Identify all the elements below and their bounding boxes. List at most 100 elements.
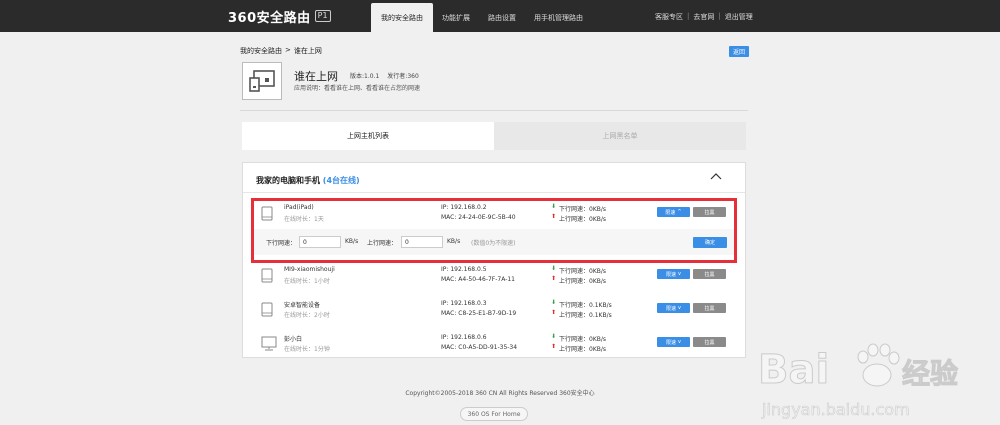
device-name: 安卓智能设备 — [284, 302, 321, 309]
device-ip: IP: 192.168.0.2 — [441, 204, 487, 211]
device-mac: MAC: C8-25-E1-B7-9D-19 — [441, 310, 517, 317]
logo-badge: P1 — [314, 10, 331, 22]
app-version: 版本:1.0.1 — [350, 73, 380, 80]
watermark-brand-cn: 经验 — [902, 357, 958, 390]
download-arrow-icon: ⬇ — [551, 265, 557, 272]
block-button[interactable]: 拉黑 — [693, 337, 726, 347]
device-row: 安卓智能设备 在线时长：2小时 IP: 192.168.0.3 MAC: C8-… — [243, 293, 745, 325]
chevron-down-icon: v — [678, 305, 681, 311]
app-description: 应用说明：看看谁在上网、看看谁在占您的网速 — [294, 85, 421, 92]
tab-blacklist[interactable]: 上网黑名单 — [494, 122, 746, 150]
link-logout[interactable]: 退出管理 — [725, 12, 753, 22]
breadcrumb-separator: > — [285, 46, 291, 54]
block-button[interactable]: 拉黑 — [693, 303, 726, 313]
device-panel: 我家的电脑和手机 (4台在线) iPad(iPad) 在线时长：1天 IP: 1… — [242, 162, 746, 358]
app-meta: 版本:1.0.1 发行者:360 — [350, 71, 419, 80]
back-button[interactable]: 返回 — [729, 46, 749, 57]
link-separator: | — [687, 12, 690, 20]
top-links: 客服专区 | 去官网 | 退出管理 — [655, 12, 753, 22]
nav-extensions[interactable]: 功能扩展 — [433, 3, 479, 32]
nav-mobile-manage[interactable]: 用手机管理路由 — [525, 3, 592, 32]
device-ip: IP: 192.168.0.6 — [441, 334, 487, 341]
panel-title: 我家的电脑和手机 (4台在线) — [256, 175, 360, 186]
panel-title-text: 我家的电脑和手机 — [256, 176, 320, 185]
device-name: iPad(iPad) — [284, 204, 314, 211]
device-down-speed: 下行网速：0KB/s — [559, 268, 607, 275]
footer-badge: 360 OS For Home — [460, 407, 528, 421]
limit-speed-button[interactable]: 限速 v — [657, 303, 690, 313]
limit-speed-button[interactable]: 限速 v — [657, 337, 690, 347]
limit-label: 限速 — [665, 209, 676, 216]
device-up-speed: 上行网速：0KB/s — [559, 216, 607, 223]
watermark-url: jingyan.baidu.com — [761, 400, 910, 419]
device-down-speed: 下行网速：0KB/s — [559, 336, 607, 343]
device-name: 彭小白 — [284, 336, 303, 343]
down-limit-label: 下行网速： — [266, 240, 297, 247]
tab-host-list[interactable]: 上网主机列表 — [242, 122, 494, 150]
link-support[interactable]: 客服专区 — [655, 12, 683, 22]
down-limit-input[interactable] — [299, 236, 341, 248]
nav-router-settings[interactable]: 路由设置 — [479, 3, 525, 32]
divider — [240, 110, 748, 111]
device-mac: MAC: 24-24-0E-9C-5B-40 — [441, 214, 516, 221]
device-up-speed: 上行网速：0KB/s — [559, 346, 607, 353]
panel-header: 我家的电脑和手机 (4台在线) — [243, 163, 745, 193]
limit-speed-button[interactable]: 限速 ^ — [657, 207, 690, 217]
device-online-time: 在线时长：1天 — [284, 216, 324, 223]
block-button[interactable]: 拉黑 — [693, 207, 726, 217]
device-mac: MAC: A4-50-46-7F-7A-11 — [441, 276, 516, 283]
device-online-time: 在线时长：1分钟 — [284, 346, 330, 353]
app-publisher: 发行者:360 — [387, 73, 419, 80]
limit-label: 限速 — [666, 271, 677, 278]
block-button[interactable]: 拉黑 — [693, 269, 726, 279]
device-down-speed: 下行网速：0KB/s — [559, 206, 607, 213]
chevron-up-icon: ^ — [677, 209, 682, 215]
logo[interactable]: 360安全路由 P1 — [228, 8, 331, 26]
device-up-speed: 上行网速：0KB/s — [559, 278, 607, 285]
link-website[interactable]: 去官网 — [693, 12, 714, 22]
tab-bar: 上网主机列表 上网黑名单 — [242, 122, 746, 150]
device-online-time: 在线时长：1小时 — [284, 278, 330, 285]
breadcrumb-root[interactable]: 我的安全路由 — [240, 46, 282, 56]
app-title: 谁在上网 — [294, 70, 338, 83]
confirm-button[interactable]: 确定 — [693, 237, 727, 248]
logo-text: 360安全路由 — [228, 10, 311, 26]
limit-speed-button[interactable]: 限速 v — [657, 269, 690, 279]
limit-label: 限速 — [666, 339, 677, 346]
main-nav: 我的安全路由 功能扩展 路由设置 用手机管理路由 — [371, 3, 592, 32]
up-limit-unit: KB/s — [447, 238, 461, 245]
device-mac: MAC: C0-A5-DD-91-35-34 — [441, 344, 518, 351]
device-row: 彭小白 在线时长：1分钟 IP: 192.168.0.6 MAC: C0-A5-… — [243, 327, 745, 359]
devices-icon — [249, 70, 275, 92]
device-down-speed: 下行网速：0.1KB/s — [559, 302, 612, 309]
chevron-up-icon — [710, 173, 722, 180]
device-row: MI9-xiaomishouji 在线时长：1小时 IP: 192.168.0.… — [243, 259, 745, 291]
breadcrumb: 我的安全路由 > 谁在上网 — [240, 46, 322, 56]
upload-arrow-icon: ⬆ — [551, 309, 557, 316]
collapse-toggle[interactable] — [710, 171, 722, 183]
speed-limit-form: 下行网速： KB/s 上行网速： KB/s (数值0为不限速) 确定 — [253, 229, 735, 255]
tablet-icon — [261, 302, 273, 317]
app-icon — [242, 62, 282, 100]
monitor-icon — [261, 336, 277, 351]
download-arrow-icon: ⬇ — [551, 333, 557, 340]
device-up-speed: 上行网速：0.1KB/s — [559, 312, 612, 319]
device-ip: IP: 192.168.0.5 — [441, 266, 487, 273]
chevron-down-icon: v — [678, 271, 681, 277]
tablet-icon — [261, 268, 273, 283]
nav-my-router[interactable]: 我的安全路由 — [371, 3, 433, 32]
top-bar: 360安全路由 P1 我的安全路由 功能扩展 路由设置 用手机管理路由 客服专区… — [0, 0, 1000, 32]
upload-arrow-icon: ⬆ — [551, 275, 557, 282]
download-arrow-icon: ⬇ — [551, 203, 557, 210]
device-name: MI9-xiaomishouji — [284, 266, 335, 273]
tablet-icon — [261, 206, 273, 221]
link-separator: | — [718, 12, 721, 20]
up-limit-input[interactable] — [401, 236, 443, 248]
baidu-watermark: Bai 经验 jingyan.baidu.com — [758, 343, 959, 419]
chevron-down-icon: v — [678, 339, 681, 345]
paw-icon — [857, 343, 900, 387]
device-ip: IP: 192.168.0.3 — [441, 300, 487, 307]
up-limit-label: 上行网速： — [367, 240, 398, 247]
watermark-brand: Bai — [758, 347, 829, 393]
device-row: iPad(iPad) 在线时长：1天 IP: 192.168.0.2 MAC: … — [243, 197, 745, 229]
